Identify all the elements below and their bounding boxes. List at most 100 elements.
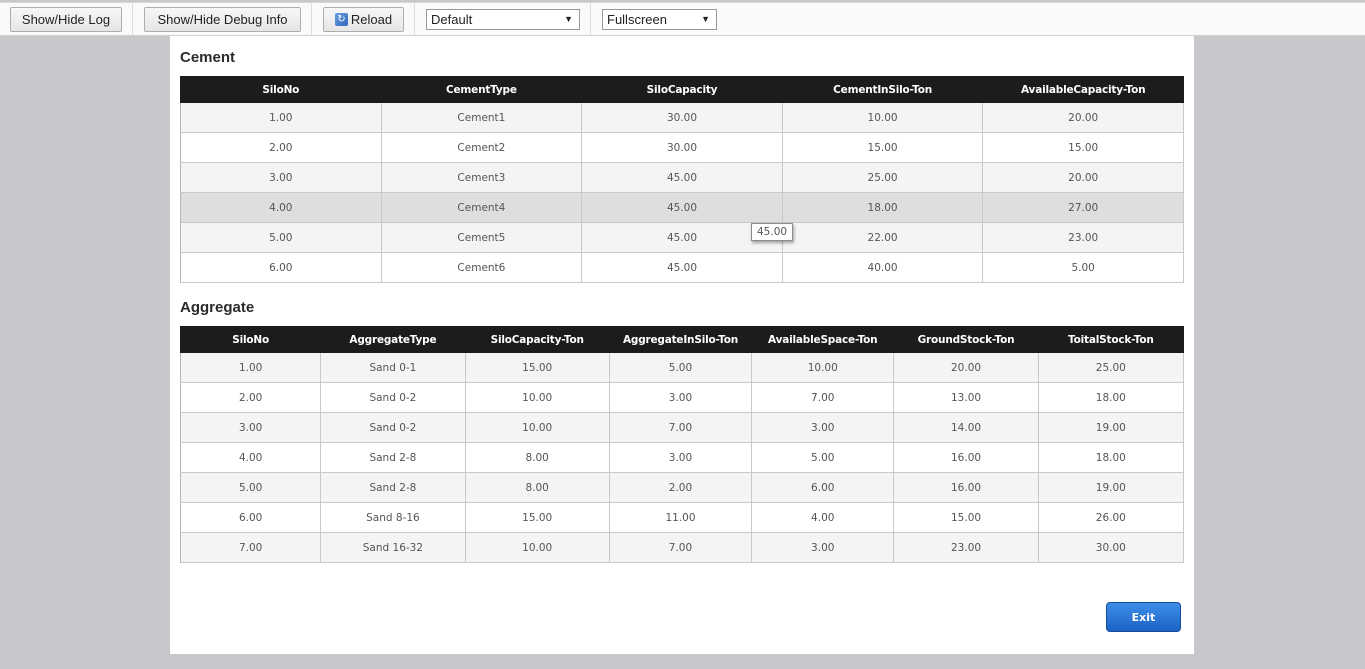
table-cell[interactable]: 3.00: [609, 442, 753, 473]
table-cell[interactable]: 30.00: [581, 102, 783, 133]
table-cell[interactable]: 13.00: [893, 382, 1039, 413]
table-cell[interactable]: 45.00: [581, 252, 783, 283]
table-cell[interactable]: 4.00: [751, 502, 895, 533]
reload-button[interactable]: ↻ Reload: [323, 7, 404, 32]
table-row[interactable]: 5.00 Cement5 45.00 22.00 23.00: [180, 222, 1184, 253]
table-cell[interactable]: 7.00: [751, 382, 895, 413]
table-row[interactable]: 4.00 Sand 2-8 8.00 3.00 5.00 16.00 18.00: [180, 442, 1185, 473]
table-cell[interactable]: 15.00: [465, 502, 610, 533]
table-cell[interactable]: Cement2: [381, 132, 583, 163]
table-cell[interactable]: Sand 2-8: [320, 472, 466, 503]
table-cell[interactable]: Sand 16-32: [320, 532, 466, 563]
table-cell[interactable]: 26.00: [1038, 502, 1185, 533]
table-cell[interactable]: 5.00: [609, 352, 753, 383]
table-cell[interactable]: Cement3: [381, 162, 583, 193]
column-header[interactable]: CementType: [380, 76, 583, 103]
column-header[interactable]: AvailableSpace-Ton: [751, 326, 895, 353]
column-header[interactable]: AggregateType: [320, 326, 466, 353]
table-cell[interactable]: 3.00: [609, 382, 753, 413]
table-cell[interactable]: 25.00: [1038, 352, 1185, 383]
table-row[interactable]: 6.00 Sand 8-16 15.00 11.00 4.00 15.00 26…: [180, 502, 1185, 533]
table-cell[interactable]: 3.00: [751, 532, 895, 563]
table-row[interactable]: 2.00 Sand 0-2 10.00 3.00 7.00 13.00 18.0…: [180, 382, 1185, 413]
table-cell[interactable]: 3.00: [180, 412, 322, 443]
column-header[interactable]: SiloCapacity-Ton: [464, 326, 610, 353]
column-header[interactable]: AggregateInSilo-Ton: [608, 326, 753, 353]
table-cell[interactable]: 40.00: [782, 252, 984, 283]
table-cell[interactable]: 18.00: [1038, 382, 1185, 413]
column-header[interactable]: SiloNo: [180, 76, 382, 103]
table-cell[interactable]: Sand 8-16: [320, 502, 466, 533]
table-cell[interactable]: 5.00: [982, 252, 1184, 283]
table-cell[interactable]: Cement1: [381, 102, 583, 133]
table-cell[interactable]: 14.00: [893, 412, 1039, 443]
table-cell[interactable]: 6.00: [180, 502, 322, 533]
table-row[interactable]: 2.00 Cement2 30.00 15.00 15.00: [180, 132, 1184, 163]
table-cell[interactable]: 45.00: [581, 192, 783, 223]
table-cell[interactable]: 25.00: [782, 162, 984, 193]
column-header[interactable]: CementInSilo-Ton: [781, 76, 984, 103]
table-cell[interactable]: 10.00: [465, 382, 610, 413]
table-cell[interactable]: 20.00: [982, 162, 1184, 193]
column-header[interactable]: ToitalStock-Ton: [1037, 326, 1185, 353]
table-cell[interactable]: 15.00: [782, 132, 984, 163]
display-mode-select[interactable]: Fullscreen ▼: [602, 9, 717, 30]
table-cell[interactable]: 18.00: [1038, 442, 1185, 473]
table-cell[interactable]: 10.00: [465, 532, 610, 563]
table-cell[interactable]: Cement5: [381, 222, 583, 253]
table-row[interactable]: 3.00 Cement3 45.00 25.00 20.00: [180, 162, 1184, 193]
table-cell[interactable]: Cement4: [381, 192, 583, 223]
table-cell[interactable]: 30.00: [1038, 532, 1185, 563]
table-cell[interactable]: 23.00: [982, 222, 1184, 253]
table-cell[interactable]: 20.00: [982, 102, 1184, 133]
table-cell[interactable]: 8.00: [465, 442, 610, 473]
table-cell[interactable]: 27.00: [982, 192, 1184, 223]
table-cell[interactable]: 7.00: [609, 532, 753, 563]
table-cell[interactable]: 5.00: [180, 472, 322, 503]
table-cell[interactable]: 4.00: [180, 192, 382, 223]
column-header[interactable]: GroundStock-Ton: [893, 326, 1039, 353]
table-cell[interactable]: 1.00: [180, 352, 322, 383]
theme-select[interactable]: Default ▼: [426, 9, 580, 30]
table-cell[interactable]: 8.00: [465, 472, 610, 503]
table-cell[interactable]: 22.00: [782, 222, 984, 253]
table-row[interactable]: 3.00 Sand 0-2 10.00 7.00 3.00 14.00 19.0…: [180, 412, 1185, 443]
table-cell[interactable]: 23.00: [893, 532, 1039, 563]
table-cell[interactable]: 2.00: [180, 132, 382, 163]
table-cell[interactable]: 10.00: [465, 412, 610, 443]
table-cell[interactable]: 11.00: [609, 502, 753, 533]
table-cell[interactable]: 6.00: [180, 252, 382, 283]
table-row[interactable]: 1.00 Sand 0-1 15.00 5.00 10.00 20.00 25.…: [180, 352, 1185, 383]
table-cell[interactable]: 19.00: [1038, 412, 1185, 443]
table-cell[interactable]: Sand 0-2: [320, 412, 466, 443]
show-hide-debug-button[interactable]: Show/Hide Debug Info: [144, 7, 301, 32]
table-cell[interactable]: 2.00: [180, 382, 322, 413]
table-cell[interactable]: 7.00: [180, 532, 322, 563]
show-hide-log-button[interactable]: Show/Hide Log: [10, 7, 122, 32]
table-cell[interactable]: 20.00: [893, 352, 1039, 383]
table-cell[interactable]: 7.00: [609, 412, 753, 443]
table-cell[interactable]: 16.00: [893, 472, 1039, 503]
table-cell[interactable]: Sand 0-1: [320, 352, 466, 383]
table-cell[interactable]: 3.00: [180, 162, 382, 193]
table-row[interactable]: 6.00 Cement6 45.00 40.00 5.00: [180, 252, 1184, 283]
table-cell[interactable]: 19.00: [1038, 472, 1185, 503]
table-cell[interactable]: 2.00: [609, 472, 753, 503]
table-cell[interactable]: Sand 2-8: [320, 442, 466, 473]
table-row[interactable]: 1.00 Cement1 30.00 10.00 20.00: [180, 102, 1184, 133]
table-row[interactable]: 7.00 Sand 16-32 10.00 7.00 3.00 23.00 30…: [180, 532, 1185, 563]
table-cell[interactable]: 5.00: [751, 442, 895, 473]
table-cell[interactable]: 4.00: [180, 442, 322, 473]
table-cell[interactable]: 16.00: [893, 442, 1039, 473]
table-cell[interactable]: Cement6: [381, 252, 583, 283]
table-cell[interactable]: 15.00: [982, 132, 1184, 163]
table-cell[interactable]: 15.00: [893, 502, 1039, 533]
exit-button[interactable]: Exit: [1106, 602, 1181, 632]
table-cell[interactable]: 6.00: [751, 472, 895, 503]
table-cell[interactable]: 30.00: [581, 132, 783, 163]
table-cell[interactable]: 3.00: [751, 412, 895, 443]
table-cell[interactable]: 5.00: [180, 222, 382, 253]
column-header[interactable]: SiloCapacity: [581, 76, 783, 103]
table-row[interactable]: 5.00 Sand 2-8 8.00 2.00 6.00 16.00 19.00: [180, 472, 1185, 503]
table-cell[interactable]: 10.00: [782, 102, 984, 133]
